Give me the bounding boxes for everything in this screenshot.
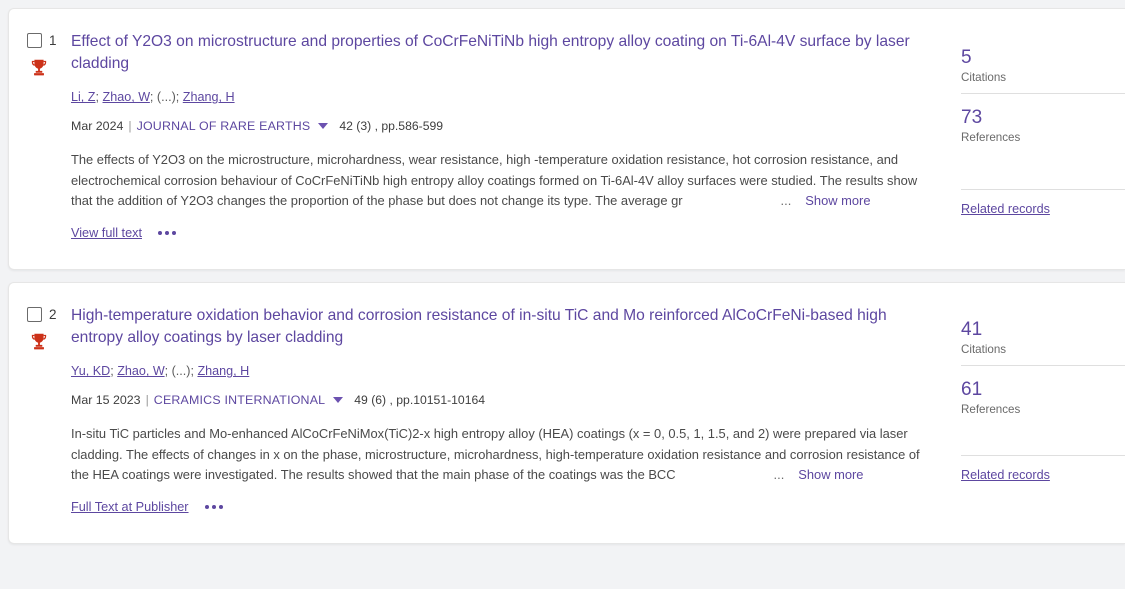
record-main-column: Effect of Y2O3 on microstructure and pro… <box>71 9 961 269</box>
trophy-icon[interactable] <box>28 57 50 79</box>
citations-metric: 5 Citations <box>961 47 1125 94</box>
result-record-card: 1 Effect of Y2O3 on microstructure and p… <box>8 8 1125 270</box>
record-metrics-panel: 5 Citations 73 References Related record… <box>961 9 1125 269</box>
references-label: References <box>961 130 1021 144</box>
references-label: References <box>961 402 1021 416</box>
abstract-text: In-situ TiC particles and Mo-enhanced Al… <box>71 425 920 483</box>
related-records-link[interactable]: Related records <box>961 468 1050 482</box>
record-abstract: The effects of Y2O3 on the microstructur… <box>71 150 933 213</box>
publication-date: Mar 2024 <box>71 118 124 133</box>
record-abstract: In-situ TiC particles and Mo-enhanced Al… <box>71 424 933 487</box>
record-source-line: Mar 15 2023 | CERAMICS INTERNATIONAL 49 … <box>71 393 937 407</box>
metrics-divider <box>961 425 1125 456</box>
record-main-column: High-temperature oxidation behavior and … <box>71 283 961 543</box>
references-count[interactable]: 61 <box>961 379 1125 401</box>
references-count[interactable]: 73 <box>961 107 1125 129</box>
source-separator: | <box>128 118 132 133</box>
citations-count[interactable]: 41 <box>961 319 1125 341</box>
record-select-checkbox[interactable] <box>27 33 42 48</box>
metrics-divider <box>961 153 1125 190</box>
record-select-row: 2 <box>27 307 71 322</box>
author-link[interactable]: Zhang, H <box>197 364 249 378</box>
citations-label: Citations <box>961 70 1007 84</box>
citations-metric: 41 Citations <box>961 319 1125 366</box>
more-options-icon[interactable] <box>156 227 178 239</box>
volume-issue-pages: 42 (3) , pp.586-599 <box>339 118 444 133</box>
record-rank-number: 2 <box>49 306 57 322</box>
related-records-link[interactable]: Related records <box>961 202 1050 216</box>
authors-collapsed-indicator: (...) <box>156 90 176 105</box>
record-authors: Yu, KD; Zhao, W; (...); Zhang, H <box>71 364 250 379</box>
author-link[interactable]: Yu, KD <box>71 364 110 378</box>
authors-collapsed-indicator: (...) <box>171 364 191 379</box>
author-link[interactable]: Li, Z <box>71 90 96 104</box>
journal-name-link[interactable]: JOURNAL OF RARE EARTHS <box>137 119 311 133</box>
chevron-down-icon[interactable] <box>318 122 329 129</box>
citations-label: Citations <box>961 342 1007 356</box>
search-results-list: 1 Effect of Y2O3 on microstructure and p… <box>0 0 1125 544</box>
full-text-link[interactable]: Full Text at Publisher <box>71 500 189 514</box>
record-rank-number: 1 <box>49 32 57 48</box>
record-authors: Li, Z; Zhao, W; (...); Zhang, H <box>71 90 235 105</box>
show-more-link[interactable]: Show more <box>805 193 870 208</box>
citations-count[interactable]: 5 <box>961 47 1125 69</box>
volume-issue-pages: 49 (6) , pp.10151-10164 <box>354 392 486 407</box>
more-options-icon[interactable] <box>203 501 225 513</box>
record-source-line: Mar 2024 | JOURNAL OF RARE EARTHS 42 (3)… <box>71 119 937 133</box>
record-actions: Full Text at Publisher <box>71 500 937 514</box>
record-select-checkbox[interactable] <box>27 307 42 322</box>
record-gutter: 1 <box>9 9 71 269</box>
record-title-link[interactable]: High-temperature oxidation behavior and … <box>71 305 937 349</box>
author-link[interactable]: Zhao, W <box>103 90 150 104</box>
record-actions: View full text <box>71 226 937 240</box>
journal-name-link[interactable]: CERAMICS INTERNATIONAL <box>154 393 325 407</box>
record-gutter: 2 <box>9 283 71 543</box>
full-text-link[interactable]: View full text <box>71 226 142 240</box>
result-record-card: 2 High-temperature oxidation behavior an… <box>8 282 1125 544</box>
publication-date: Mar 15 2023 <box>71 392 141 407</box>
chevron-down-icon[interactable] <box>333 396 344 403</box>
references-metric: 73 References <box>961 107 1125 153</box>
record-select-row: 1 <box>27 33 71 48</box>
references-metric: 61 References <box>961 379 1125 425</box>
author-link[interactable]: Zhang, H <box>183 90 235 104</box>
record-metrics-panel: 41 Citations 61 References Related recor… <box>961 283 1125 543</box>
abstract-ellipsis: ... <box>773 467 785 483</box>
author-link[interactable]: Zhao, W <box>117 364 164 378</box>
abstract-ellipsis: ... <box>780 193 792 209</box>
show-more-link[interactable]: Show more <box>798 467 863 482</box>
source-separator: | <box>145 392 149 407</box>
trophy-icon[interactable] <box>28 331 50 353</box>
record-title-link[interactable]: Effect of Y2O3 on microstructure and pro… <box>71 31 937 75</box>
